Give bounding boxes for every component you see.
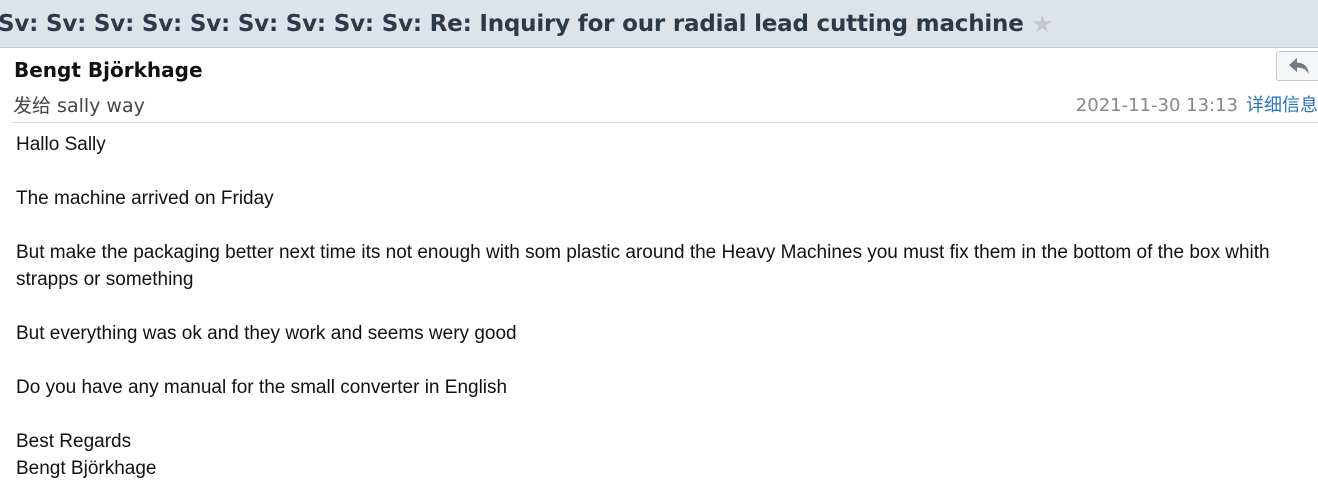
recipient-line: 发给 sally way <box>13 95 145 117</box>
body-paragraph: Do you have any manual for the small con… <box>16 377 508 398</box>
message-meta: 2021-11-30 13:13 详细信息 <box>1076 91 1318 117</box>
body-greeting: Hallo Sally <box>16 134 106 155</box>
body-paragraph: But make the packaging better next time … <box>16 242 1270 290</box>
reply-button[interactable] <box>1276 51 1318 81</box>
signoff-line: Best Regards <box>16 431 132 452</box>
body-paragraph: But everything was ok and they work and … <box>16 323 517 344</box>
message-header: Bengt Björkhage 发给 sally way 2021-11-30 … <box>0 49 1318 123</box>
message-datetime: 2021-11-30 13:13 <box>1075 95 1238 116</box>
email-subject: Sv: Sv: Sv: Sv: Sv: Sv: Sv: Sv: Sv: Re: … <box>0 10 1024 37</box>
body-paragraph: The machine arrived on Friday <box>16 188 274 209</box>
details-link[interactable]: 详细信息 <box>1246 95 1318 116</box>
reply-arrow-icon <box>1289 58 1309 74</box>
header-divider <box>12 122 1318 123</box>
sender-name[interactable]: Bengt Björkhage <box>14 58 203 82</box>
star-icon[interactable]: ★ <box>1032 12 1054 36</box>
email-body: Hallo Sally The machine arrived on Frida… <box>16 131 1314 482</box>
signature-name: Bengt Björkhage <box>16 458 157 479</box>
subject-bar: Sv: Sv: Sv: Sv: Sv: Sv: Sv: Sv: Sv: Re: … <box>0 0 1318 48</box>
